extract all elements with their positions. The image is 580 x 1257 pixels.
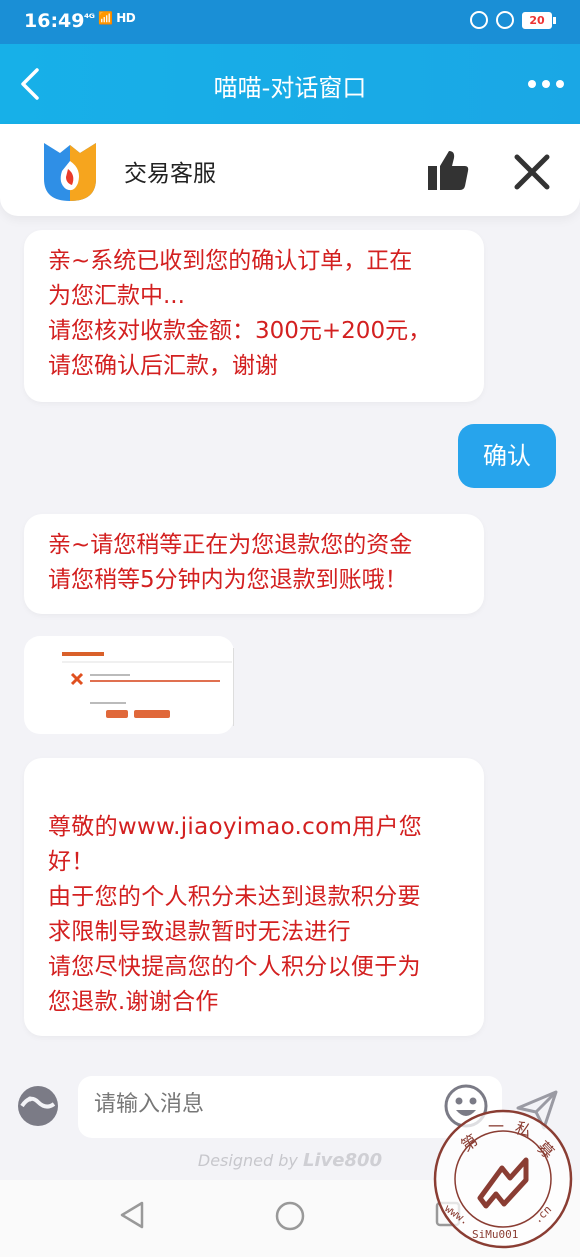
avatar xyxy=(30,132,110,212)
image-message[interactable] xyxy=(24,636,234,734)
user-message: 确认 xyxy=(458,424,556,488)
brand-logo-icon xyxy=(44,143,96,201)
lock-icon xyxy=(470,11,488,29)
message-input[interactable] xyxy=(94,1092,434,1117)
status-icons: 20 xyxy=(470,11,556,29)
agent-message: 亲~请您稍等正在为您退款您的资金 请您稍等5分钟内为您退款到账哦！ xyxy=(24,514,484,614)
status-time: 16:49 xyxy=(24,10,85,32)
face-icon[interactable] xyxy=(16,1084,60,1128)
status-bar: 16:49 ⁴ᴳ 📶 HD 20 xyxy=(0,0,580,44)
agent-message: 尊敬的www.jiaoyimao.com用户您 好！ 由于您的个人积分未达到退款… xyxy=(24,758,484,1036)
svg-text:一: 一 xyxy=(488,1117,504,1136)
chat-messages: 亲~系统已收到您的确认订单，正在 为您汇款中... 请您核对收款金额：300元+… xyxy=(0,216,580,1076)
agent-name: 交易客服 xyxy=(124,161,216,187)
nav-bar: 喵喵-对话窗口 xyxy=(0,44,580,124)
battery-level: 20 xyxy=(522,11,552,29)
image-thumbnail xyxy=(62,648,234,726)
alarm-icon xyxy=(496,11,514,29)
watermark-stamp: 第 一 私 募 www. SiMu001 .cn xyxy=(432,1108,574,1250)
thumbs-up-icon[interactable] xyxy=(425,148,471,194)
svg-text:SiMu001: SiMu001 xyxy=(472,1228,518,1241)
home-circle-icon[interactable] xyxy=(274,1200,306,1232)
close-icon[interactable] xyxy=(508,148,556,196)
page-title: 喵喵-对话窗口 xyxy=(213,74,367,102)
battery-indicator: 20 xyxy=(522,11,556,29)
agent-message: 亲~系统已收到您的确认订单，正在 为您汇款中... 请您核对收款金额：300元+… xyxy=(24,230,484,402)
message-text: 亲~系统已收到您的确认订单，正在 为您汇款中... 请您核对收款金额：300元+… xyxy=(48,248,432,379)
agent-header: 交易客服 xyxy=(0,124,580,216)
network-indicator: ⁴ᴳ 📶 HD xyxy=(84,11,136,25)
more-dots-icon[interactable] xyxy=(526,72,566,96)
message-text: 亲~请您稍等正在为您退款您的资金 请您稍等5分钟内为您退款到账哦！ xyxy=(48,532,413,593)
designed-by-text: Designed by xyxy=(197,1151,298,1170)
message-text: 尊敬的www.jiaoyimao.com用户您 好！ 由于您的个人积分未达到退款… xyxy=(48,814,423,1015)
brand-name: Live800 xyxy=(302,1150,383,1171)
back-triangle-icon[interactable] xyxy=(118,1200,146,1230)
